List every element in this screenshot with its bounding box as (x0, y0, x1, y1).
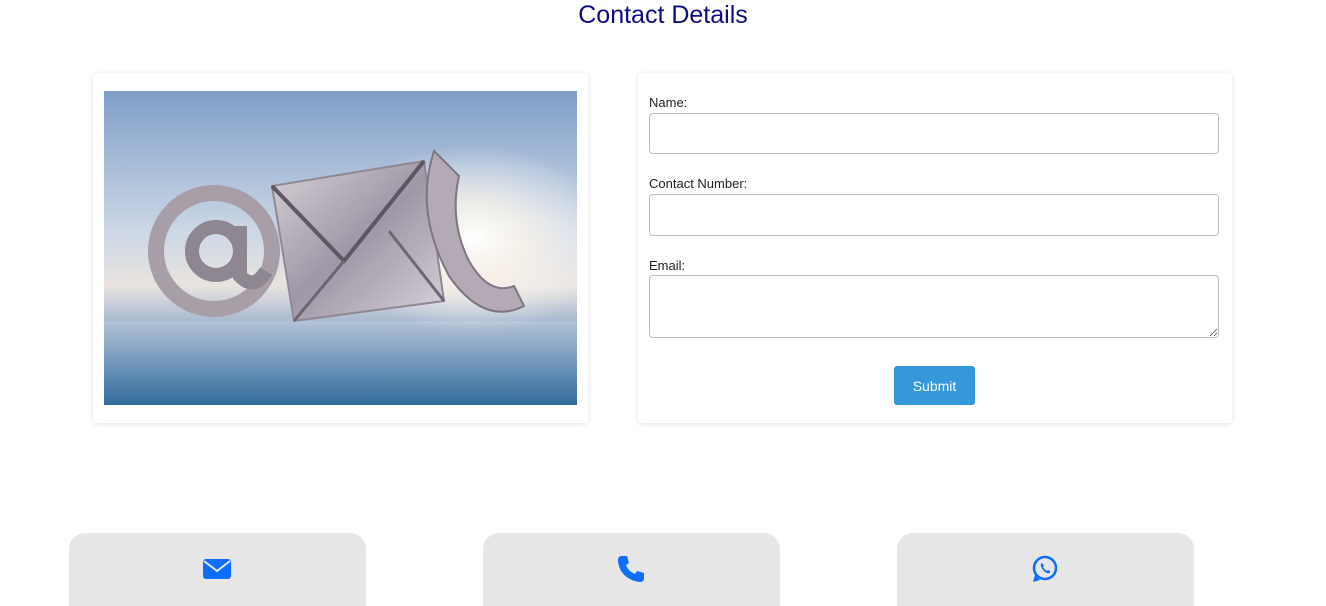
envelope-icon (201, 553, 233, 585)
contact-page: Contact Details Name: Contact Number: Em… (0, 0, 1326, 606)
name-input[interactable] (649, 113, 1219, 154)
email-textarea[interactable] (649, 275, 1219, 338)
email-label: Email: (649, 258, 686, 273)
whatsapp-icon (1029, 553, 1061, 585)
contact-number-label: Contact Number: (649, 176, 748, 191)
phone-contact-tile[interactable] (483, 533, 780, 606)
image-card (93, 73, 588, 423)
contact-number-input[interactable] (649, 194, 1219, 236)
contact-form-card: Name: Contact Number: Email: Submit (638, 73, 1232, 423)
name-label: Name: (649, 95, 688, 110)
phone-icon (615, 553, 647, 585)
contact-hero-image (104, 91, 577, 405)
page-title: Contact Details (578, 1, 748, 29)
submit-button[interactable]: Submit (894, 366, 975, 405)
whatsapp-contact-tile[interactable] (897, 533, 1194, 606)
envelope-icon (270, 159, 446, 323)
email-contact-tile[interactable] (69, 533, 366, 606)
